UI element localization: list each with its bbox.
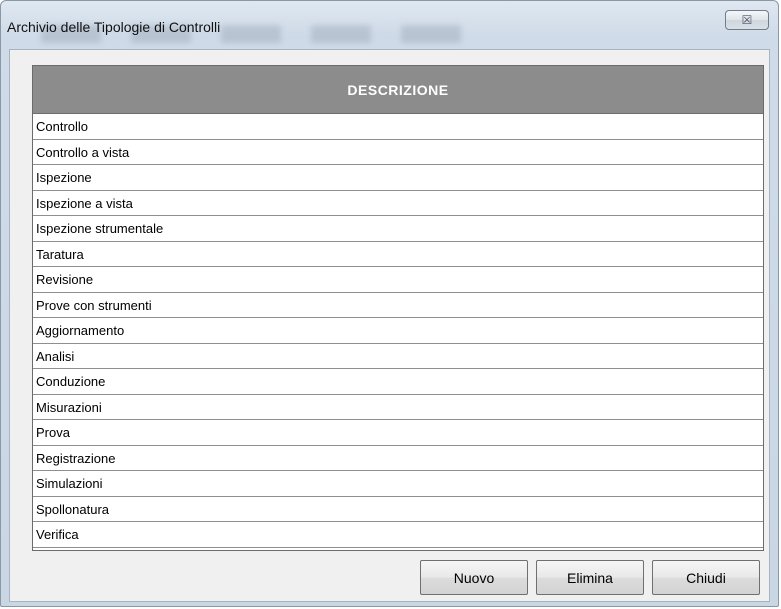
table-row[interactable]: Controllo bbox=[33, 114, 763, 140]
grid-rows: Controllo Controllo a vista Ispezione Ispez… bbox=[33, 114, 763, 548]
types-grid: DESCRIZIONE Controllo Controllo a vista Is… bbox=[32, 65, 764, 551]
new-button[interactable]: Nuovo bbox=[420, 560, 528, 595]
table-row[interactable]: Controllo a vista bbox=[33, 140, 763, 165]
table-row[interactable]: Verifica bbox=[33, 522, 763, 548]
table-row[interactable]: Spollonatura bbox=[33, 497, 763, 522]
table-row[interactable]: Simulazioni bbox=[33, 471, 763, 497]
table-row[interactable]: Ispezione strumentale bbox=[33, 216, 763, 242]
table-row[interactable]: Analisi bbox=[33, 344, 763, 369]
dialog-window: Archivio delle Tipologie di Controlli ☒ … bbox=[0, 0, 779, 607]
table-row[interactable]: Prova bbox=[33, 420, 763, 446]
window-title: Archivio delle Tipologie di Controlli bbox=[7, 19, 221, 35]
table-row[interactable]: Ispezione bbox=[33, 165, 763, 191]
close-button[interactable]: Chiudi bbox=[652, 560, 760, 595]
table-row[interactable]: Aggiornamento bbox=[33, 318, 763, 344]
table-row[interactable]: Misurazioni bbox=[33, 395, 763, 420]
delete-button[interactable]: Elimina bbox=[536, 560, 644, 595]
dialog-client-area: DESCRIZIONE Controllo Controllo a vista Is… bbox=[9, 49, 770, 602]
table-row[interactable]: Ispezione a vista bbox=[33, 191, 763, 216]
table-row[interactable]: Registrazione bbox=[33, 446, 763, 471]
table-row[interactable]: Prove con strumenti bbox=[33, 293, 763, 318]
table-row[interactable]: Revisione bbox=[33, 267, 763, 293]
table-row[interactable]: Taratura bbox=[33, 242, 763, 267]
window-close-button[interactable]: ☒ bbox=[725, 10, 769, 30]
close-icon: ☒ bbox=[741, 13, 753, 27]
table-row[interactable]: Conduzione bbox=[33, 369, 763, 395]
title-bar[interactable]: Archivio delle Tipologie di Controlli ☒ bbox=[1, 1, 778, 49]
column-header-descrizione[interactable]: DESCRIZIONE bbox=[33, 66, 763, 114]
